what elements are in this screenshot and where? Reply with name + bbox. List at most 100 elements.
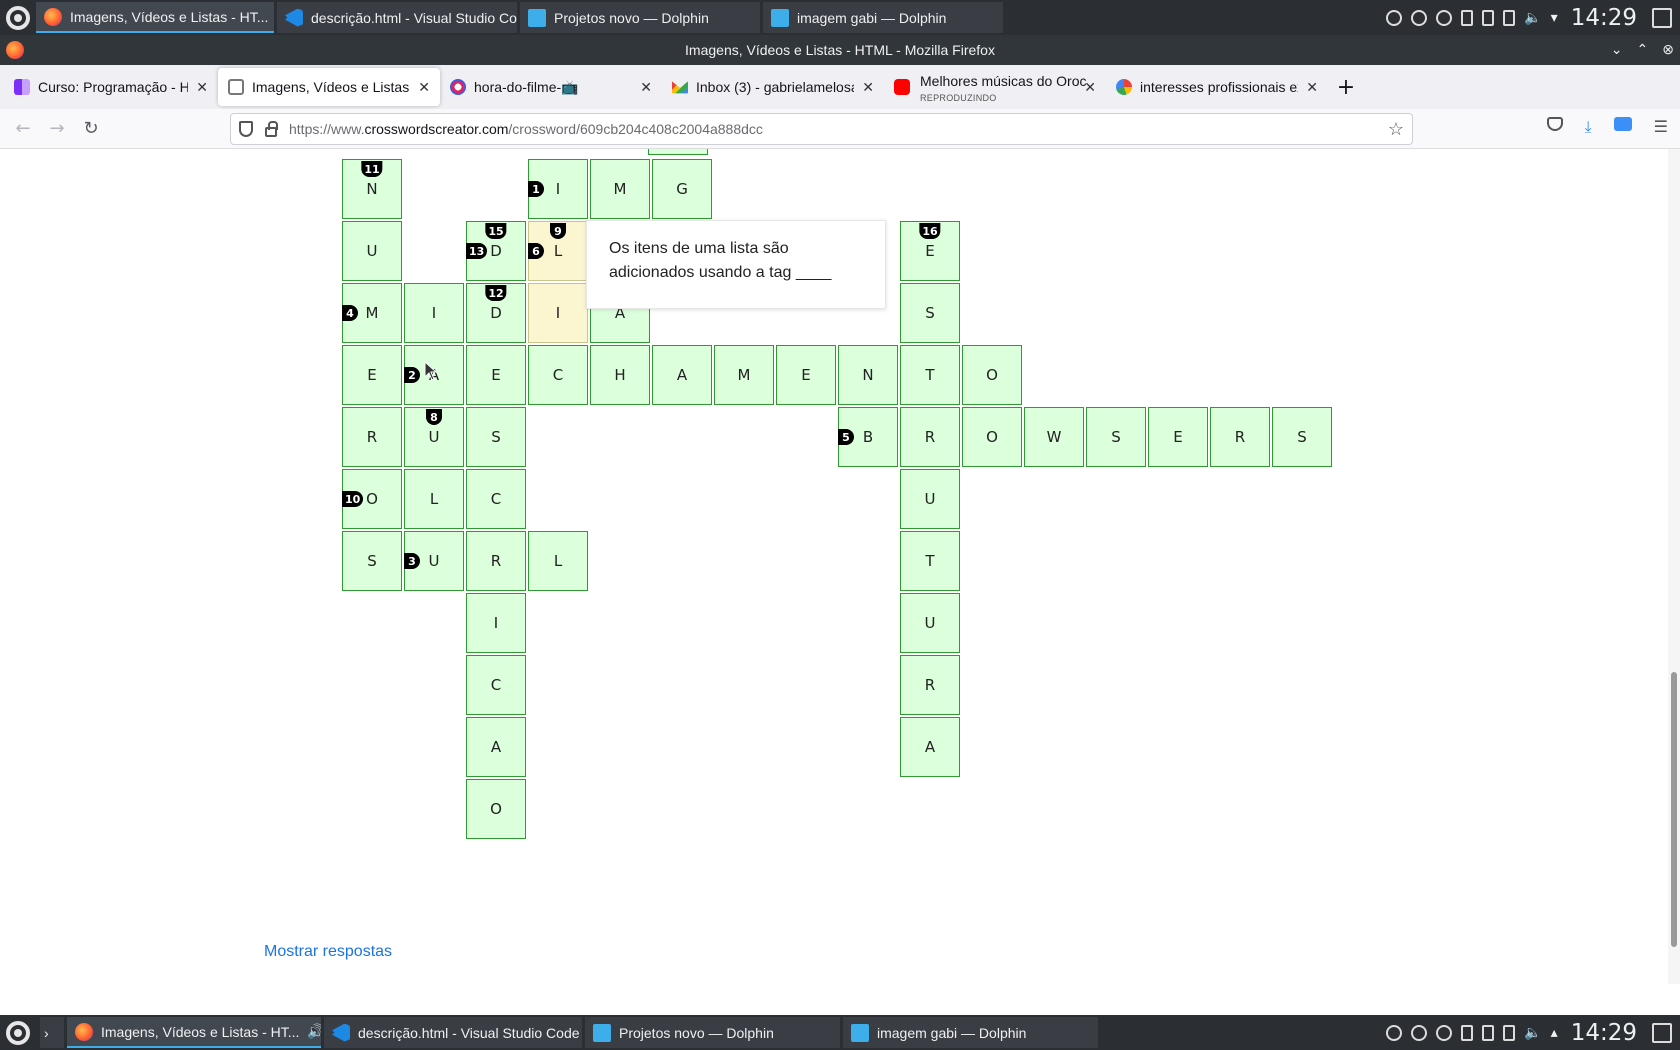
maximize-icon[interactable]: ⌃ [1637,41,1649,58]
crossword-cell[interactable]: R [342,407,402,467]
clipboard-icon[interactable] [1461,9,1474,26]
crossword-cell[interactable]: N [838,345,898,405]
close-icon[interactable]: ⊗ [1662,41,1674,58]
crossword-cell[interactable]: I [466,593,526,653]
volume-icon[interactable]: 🔈 [1524,10,1541,26]
crossword-cell[interactable]: E [342,345,402,405]
show-answers-link[interactable]: Mostrar respostas [264,943,392,961]
chevron-up-icon[interactable]: ▾ [1551,10,1558,26]
crossword-cell[interactable]: S [1086,407,1146,467]
pocket-icon[interactable] [1546,117,1563,131]
crossword-cell[interactable]: I [528,283,588,343]
crossword-cell[interactable]: E [1148,407,1208,467]
alarm-icon[interactable] [1386,1024,1403,1041]
crossword-cell[interactable]: E [776,345,836,405]
taskbar-dolphin-imagem[interactable]: imagem gabi — Dolphin [763,2,1003,33]
alarm-icon[interactable] [1386,9,1403,26]
back-icon[interactable]: ← [6,118,40,139]
clock[interactable]: 14:29 [1571,1020,1637,1046]
taskbar-dolphin-projetos-bottom[interactable]: Projetos novo — Dolphin [585,1017,840,1048]
show-desktop-icon[interactable] [1652,1022,1672,1043]
crossword-cell[interactable]: U [900,469,960,529]
crossword-cell[interactable]: M [714,345,774,405]
menu-icon[interactable]: ☰ [1654,117,1668,137]
device-icon[interactable] [1482,1024,1495,1041]
crossword-cell[interactable]: C [466,655,526,715]
crossword-cell[interactable]: A [466,717,526,777]
crossword-cell[interactable]: O 10 [342,469,402,529]
window-titlebar[interactable]: Imagens, Vídeos e Listas - HTML - Mozill… [0,35,1680,65]
download-icon[interactable]: ⤓ [1585,117,1592,137]
crossword-cell[interactable]: S [342,531,402,591]
tab-inbox[interactable]: Inbox (3) - gabrielamelosan ✕ [662,68,884,106]
crossword-cell[interactable]: E 16 [900,221,960,281]
media-icon[interactable] [1436,9,1453,26]
minimize-icon[interactable]: ⌄ [1611,41,1623,58]
bookmark-star-icon[interactable]: ☆ [1388,119,1404,140]
shield-icon[interactable] [239,121,253,137]
crossword-cell[interactable]: L [528,531,588,591]
close-tab-icon[interactable]: ✕ [1306,79,1318,96]
taskbar-dolphin-imagem-bottom[interactable]: imagem gabi — Dolphin [843,1017,1098,1048]
app-launcher-button[interactable] [0,0,36,35]
crossword-cell[interactable]: S [466,407,526,467]
crossword-cell[interactable]: C [528,345,588,405]
crossword-cell[interactable]: N 11 [342,159,402,219]
crossword-cell[interactable]: R [466,531,526,591]
crossword-cell[interactable]: U [900,593,960,653]
crossword-cell[interactable]: S [1272,407,1332,467]
taskbar-firefox-bottom[interactable]: Imagens, Vídeos e Listas - HT... 🔊 [67,1017,321,1048]
crossword-cell[interactable]: S [900,283,960,343]
taskbar-vscode[interactable]: descrição.html - Visual Studio Code [277,2,517,33]
display-icon[interactable] [1503,1024,1516,1041]
crossword-cell[interactable]: O [962,407,1022,467]
taskbar-firefox[interactable]: Imagens, Vídeos e Listas - HT... 🔊 [36,2,274,33]
crossword-cell[interactable]: R [1210,407,1270,467]
clipboard-icon[interactable] [1461,1024,1474,1041]
scrollbar[interactable] [1668,149,1680,984]
extension-icon[interactable] [1613,117,1632,131]
tab-hora-do-filme[interactable]: hora-do-filme-📺 ✕ [440,68,662,106]
crossword-cell[interactable]: A [900,717,960,777]
scrollbar-thumb[interactable] [1671,672,1677,947]
crossword-cell[interactable]: I1 [528,159,588,219]
tab-youtube[interactable]: Melhores músicas do Oroc REPRODUZINDO ✕ [884,68,1106,106]
device-icon[interactable] [1482,9,1495,26]
crossword-cell[interactable]: B5 [838,407,898,467]
close-tab-icon[interactable]: ✕ [862,79,874,96]
crossword-cell[interactable]: G [652,159,712,219]
forward-icon[interactable]: → [40,118,74,139]
crossword-cell[interactable]: R [900,655,960,715]
crossword-cell[interactable]: R [900,407,960,467]
crossword-cell[interactable]: L [404,469,464,529]
crossword-cell[interactable]: T [900,531,960,591]
terminal-button[interactable]: › [40,1017,64,1048]
crossword-cell[interactable]: U8 [404,407,464,467]
crossword-cell-partial[interactable] [648,149,708,155]
chevron-up-icon[interactable]: ▴ [1551,1025,1558,1041]
tab-imagens[interactable]: Imagens, Vídeos e Listas - H ✕ [218,68,440,106]
crossword-cell[interactable]: T [900,345,960,405]
url-bar[interactable]: https://www.crosswordscreator.com/crossw… [230,113,1413,145]
media-icon[interactable] [1436,1024,1453,1041]
app-launcher-button[interactable] [0,1015,36,1050]
crossword-cell[interactable]: E [466,345,526,405]
display-icon[interactable] [1503,9,1516,26]
crossword-cell[interactable]: W [1024,407,1084,467]
speaker-icon[interactable]: 🔊 [307,1023,321,1040]
crossword-cell[interactable]: H [590,345,650,405]
updates-icon[interactable] [1411,1024,1428,1041]
reload-icon[interactable]: ↻ [74,118,108,139]
clock[interactable]: 14:29 [1571,5,1637,31]
crossword-cell[interactable]: L 96 [528,221,588,281]
close-tab-icon[interactable]: ✕ [196,79,208,96]
crossword-cell[interactable]: O [962,345,1022,405]
crossword-cell[interactable]: I [404,283,464,343]
tab-google[interactable]: interesses profissionais ex ✕ [1106,68,1328,106]
crossword-cell[interactable]: A [652,345,712,405]
crossword-cell[interactable]: M4 [342,283,402,343]
crossword-cell[interactable]: M [590,159,650,219]
taskbar-vscode-bottom[interactable]: descrição.html - Visual Studio Code [324,1017,582,1048]
taskbar-dolphin-projetos[interactable]: Projetos novo — Dolphin [520,2,760,33]
crossword-cell[interactable]: D 12 [466,283,526,343]
